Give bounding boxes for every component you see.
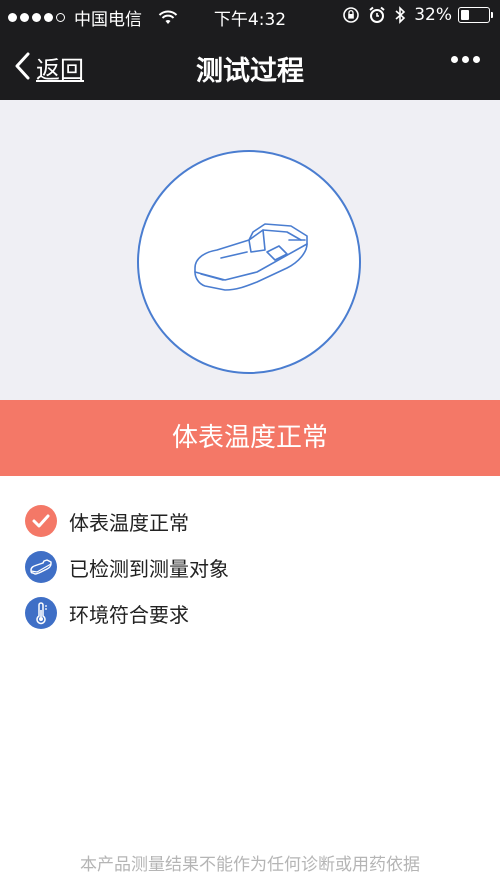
check-list: 体表温度正常 已检测到测量对象 环境符合要求 [25,498,229,636]
more-dot [451,56,458,63]
more-dot [473,56,480,63]
navigation-bar: 返回 测试过程 [0,32,500,100]
alarm-icon [368,6,386,24]
check-label: 体表温度正常 [69,510,189,535]
status-bar: 中国电信 下午4:32 32% [0,0,500,32]
battery-percent: 32% [414,5,452,25]
check-item-temperature: 体表温度正常 [25,498,229,544]
disclaimer-text: 本产品测量结果不能作为任何诊断或用药依据 [80,855,420,875]
more-dot [462,56,469,63]
checkmark-icon [25,505,57,537]
battery-level [461,10,469,20]
chevron-left-icon [14,52,30,84]
battery-icon [458,7,493,23]
back-button[interactable]: 返回 [14,50,84,85]
device-icon [25,551,57,583]
check-item-environment: 环境符合要求 [25,590,229,636]
back-label: 返回 [36,56,84,84]
rotation-lock-icon [342,6,360,24]
device-circle [137,150,361,374]
device-illustration-area [0,100,500,400]
check-label: 环境符合要求 [69,602,189,627]
more-options-button[interactable] [447,56,480,63]
thermometer-icon [25,597,57,629]
check-label: 已检测到测量对象 [69,556,229,581]
status-bar-right: 32% [334,5,493,25]
thermometer-device-icon [194,223,308,291]
status-banner: 体表温度正常 [0,400,500,476]
check-item-object-detected: 已检测到测量对象 [25,544,229,590]
bluetooth-icon [394,6,406,24]
